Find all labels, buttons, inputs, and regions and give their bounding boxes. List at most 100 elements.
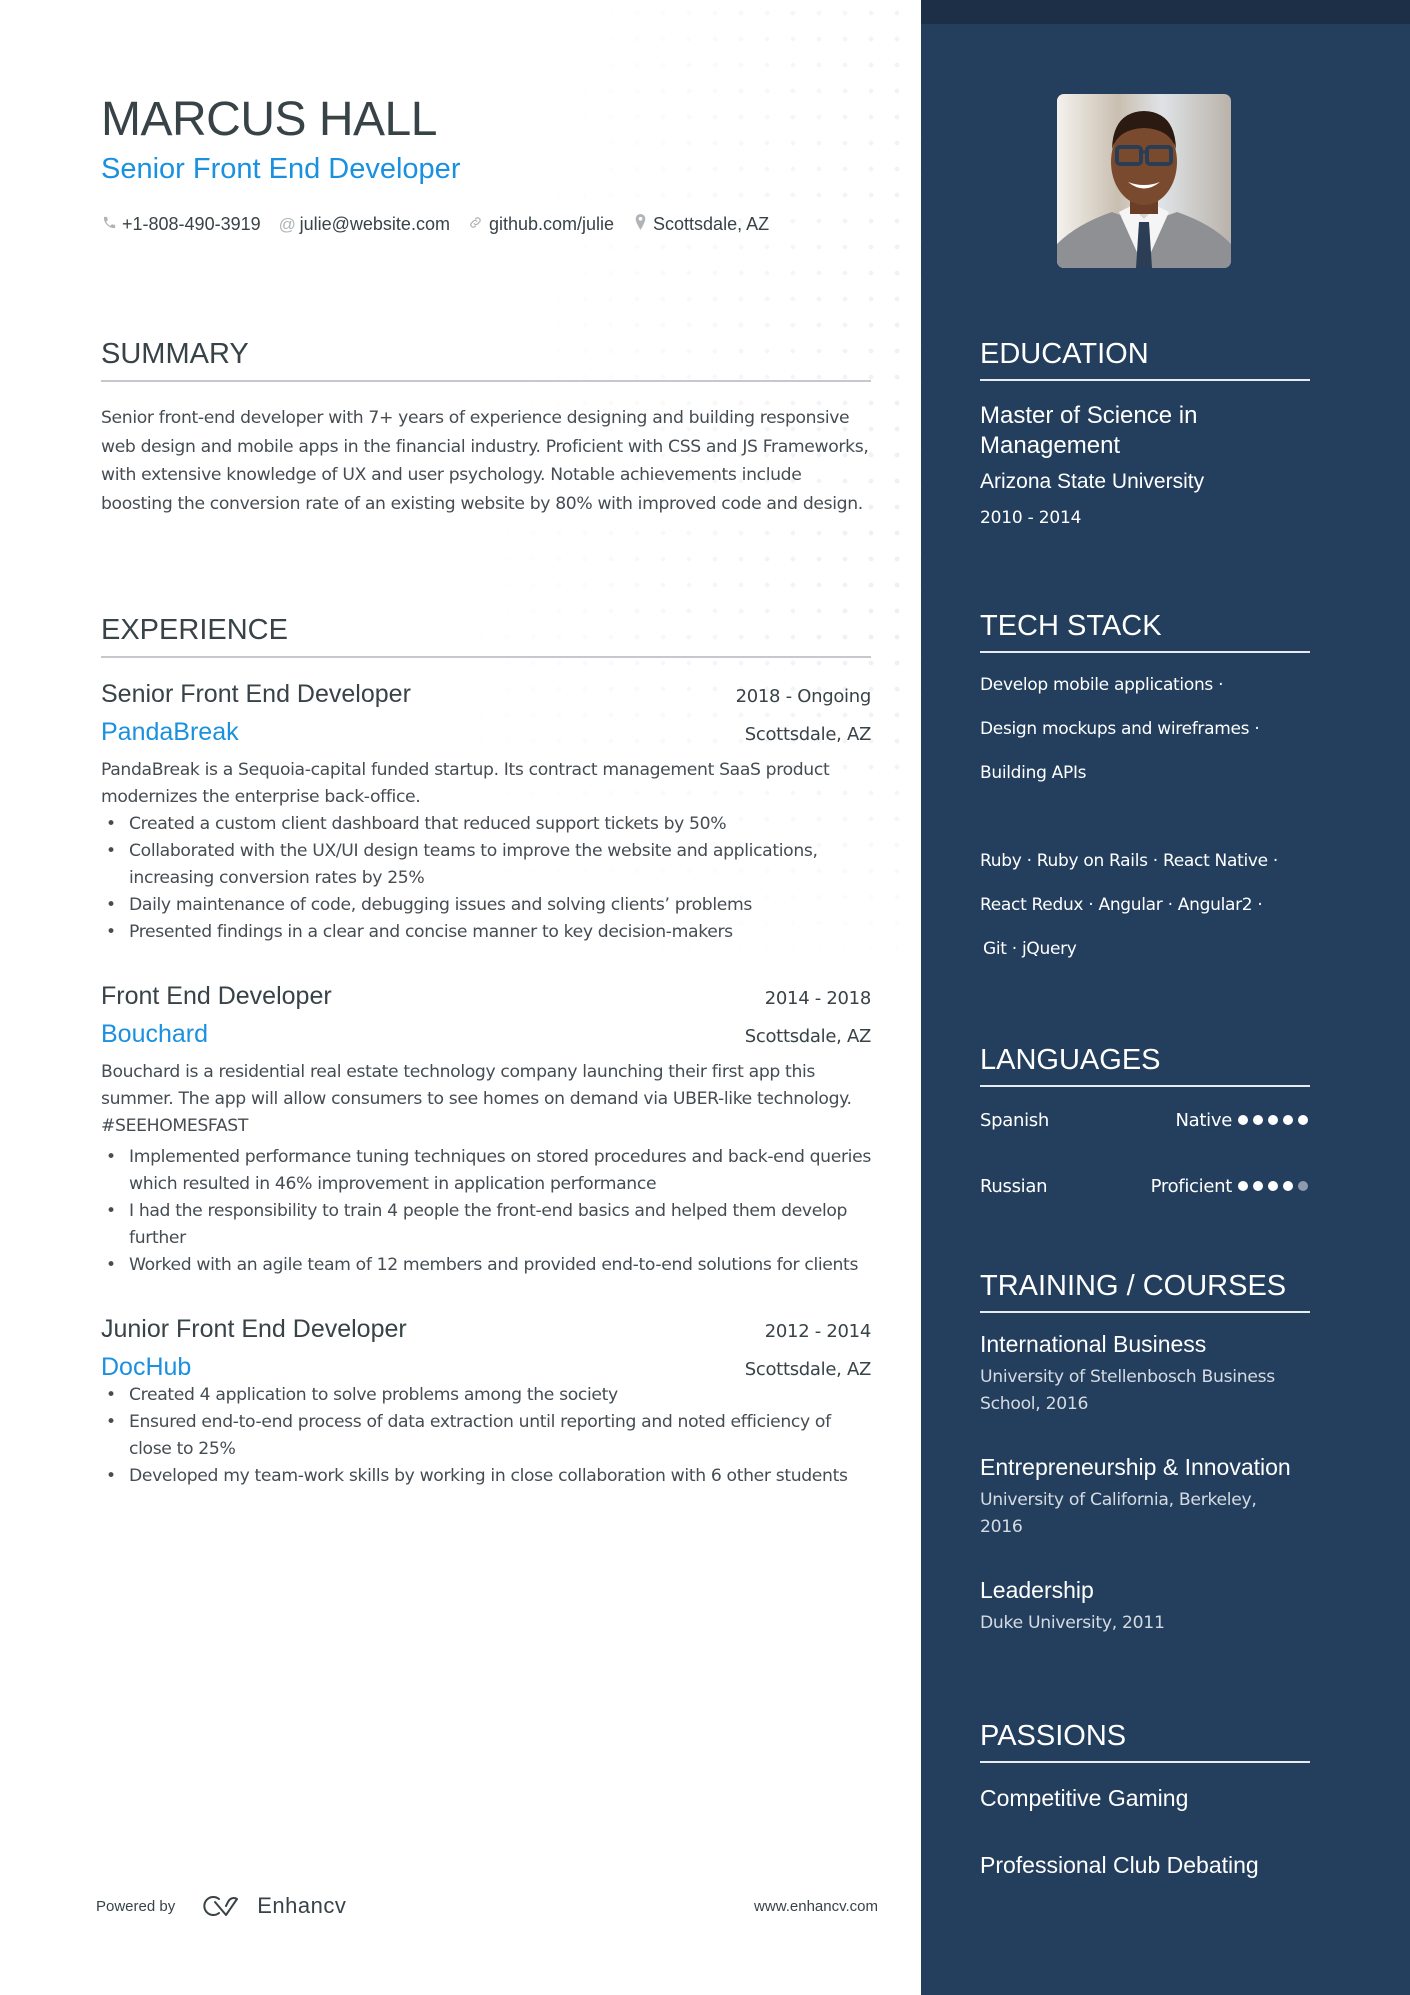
contact-location: Scottsdale, AZ bbox=[632, 214, 769, 235]
course-institution: Duke University, 2011 bbox=[980, 1613, 1165, 1633]
profile-photo bbox=[1057, 94, 1231, 268]
course-title: Leadership bbox=[980, 1577, 1094, 1603]
bullet-item: Collaborated with the UX/UI design teams… bbox=[101, 838, 871, 892]
course-institution: University of California, Berkeley, 2016 bbox=[980, 1490, 1257, 1537]
rating-dot-filled bbox=[1268, 1181, 1278, 1191]
job-bullets: Created 4 application to solve problems … bbox=[101, 1382, 871, 1490]
job-description: PandaBreak is a Sequoia-capital funded s… bbox=[101, 760, 830, 807]
job-entry: Front End Developer 2014 - 2018 Bouchard… bbox=[101, 982, 871, 1279]
tech-item-line: Design mockups and wireframes · bbox=[980, 719, 1260, 739]
section-title: EXPERIENCE bbox=[101, 614, 871, 658]
company-name[interactable]: Bouchard bbox=[101, 1020, 208, 1049]
tech-item-line: Develop mobile applications · bbox=[980, 675, 1224, 695]
course-item: Entrepreneurship & Innovation University… bbox=[980, 1454, 1310, 1541]
job-location: Scottsdale, AZ bbox=[744, 724, 872, 745]
website-link[interactable]: www.enhancv.com bbox=[754, 1898, 878, 1915]
summary-section: SUMMARY Senior front-end developer with … bbox=[101, 338, 871, 518]
job-title: Junior Front End Developer bbox=[101, 1315, 407, 1343]
rating-dot-filled bbox=[1283, 1181, 1293, 1191]
job-bullets: Implemented performance tuning technique… bbox=[101, 1144, 871, 1279]
enhancv-logo-icon bbox=[203, 1896, 239, 1916]
language-rating bbox=[1238, 1115, 1308, 1125]
brand-name: Enhancv bbox=[257, 1893, 347, 1918]
passion-item: Competitive Gaming bbox=[980, 1785, 1189, 1811]
candidate-headline: Senior Front End Developer bbox=[101, 153, 461, 185]
section-title: EDUCATION bbox=[980, 338, 1310, 381]
tech-stack-section: TECH STACK Develop mobile applications ·… bbox=[980, 610, 1310, 971]
phone-icon bbox=[101, 215, 117, 235]
language-name: Russian bbox=[980, 1175, 1048, 1197]
bullet-item: Created 4 application to solve problems … bbox=[101, 1382, 871, 1409]
company-name[interactable]: PandaBreak bbox=[101, 718, 239, 747]
powered-by-label: Powered by bbox=[96, 1897, 176, 1915]
contact-text: Scottsdale, AZ bbox=[653, 214, 770, 234]
contact-text: +1-808-490-3919 bbox=[122, 214, 261, 234]
bullet-item: Daily maintenance of code, debugging iss… bbox=[101, 892, 871, 919]
contact-text: julie@website.com bbox=[299, 214, 450, 234]
job-dates: 2018 - Ongoing bbox=[735, 686, 872, 707]
contact-email[interactable]: @ julie@website.com bbox=[279, 214, 450, 235]
course-item: International Business University of Ste… bbox=[980, 1331, 1310, 1418]
rating-dot-filled bbox=[1238, 1181, 1248, 1191]
rating-dot-filled bbox=[1253, 1115, 1263, 1125]
bullet-item: Implemented performance tuning technique… bbox=[101, 1144, 871, 1198]
rating-dot-empty bbox=[1298, 1181, 1308, 1191]
bullet-item: Created a custom client dashboard that r… bbox=[101, 811, 871, 838]
bullet-item: Worked with an agile team of 12 members … bbox=[101, 1252, 871, 1279]
contact-text: github.com/julie bbox=[488, 214, 615, 234]
course-title: Entrepreneurship & Innovation bbox=[980, 1454, 1291, 1480]
sidebar: EDUCATION Master of Science in Managemen… bbox=[921, 0, 1410, 1995]
job-title: Senior Front End Developer bbox=[101, 680, 411, 708]
job-title: Front End Developer bbox=[101, 982, 332, 1010]
contact-info: +1-808-490-3919 @ julie@website.com gith… bbox=[101, 214, 769, 235]
bullet-item: I had the responsibility to train 4 peop… bbox=[101, 1198, 871, 1252]
contact-phone[interactable]: +1-808-490-3919 bbox=[101, 214, 261, 235]
rating-dot-filled bbox=[1253, 1181, 1263, 1191]
company-name[interactable]: DocHub bbox=[101, 1353, 191, 1382]
tech-item-line: Building APIs bbox=[980, 763, 1087, 783]
footer: Powered by Enhancv www.enhancv.com bbox=[96, 1893, 878, 1919]
tech-item-line: Ruby · Ruby on Rails · React Native · bbox=[980, 851, 1279, 871]
course-item: Leadership Duke University, 2011 bbox=[980, 1577, 1310, 1637]
job-location: Scottsdale, AZ bbox=[744, 1026, 872, 1047]
section-title: TECH STACK bbox=[980, 610, 1310, 653]
candidate-name: MARCUS HALL bbox=[101, 93, 437, 146]
job-location: Scottsdale, AZ bbox=[744, 1359, 872, 1380]
rating-dot-filled bbox=[1298, 1115, 1308, 1125]
section-title: PASSIONS bbox=[980, 1720, 1310, 1763]
education-section: EDUCATION Master of Science in Managemen… bbox=[980, 338, 1310, 528]
rating-dot-filled bbox=[1268, 1115, 1278, 1125]
job-entry: Senior Front End Developer 2018 - Ongoin… bbox=[101, 680, 871, 946]
rating-dot-filled bbox=[1283, 1115, 1293, 1125]
job-dates: 2014 - 2018 bbox=[764, 988, 872, 1009]
tech-item-line: Git · jQuery bbox=[983, 939, 1077, 959]
course-title: International Business bbox=[980, 1331, 1207, 1357]
tech-item-line: React Redux · Angular · Angular2 · bbox=[980, 895, 1263, 915]
job-dates: 2012 - 2014 bbox=[764, 1321, 872, 1342]
job-bullets: Created a custom client dashboard that r… bbox=[101, 811, 871, 946]
experience-section: EXPERIENCE Senior Front End Developer 20… bbox=[101, 614, 871, 1490]
passions-section: PASSIONS Competitive Gaming Professional… bbox=[980, 1720, 1310, 1879]
sidebar-top-strip bbox=[921, 0, 1410, 24]
language-item: Russian Proficient bbox=[980, 1171, 1310, 1201]
enhancv-logo[interactable]: Enhancv bbox=[201, 1893, 346, 1919]
section-title: LANGUAGES bbox=[980, 1044, 1310, 1087]
job-description: Bouchard is a residential real estate te… bbox=[101, 1062, 852, 1136]
language-level: Proficient bbox=[1150, 1175, 1233, 1197]
section-title: TRAINING / COURSES bbox=[980, 1270, 1310, 1313]
bullet-item: Presented findings in a clear and concis… bbox=[101, 919, 871, 946]
rating-dot-filled bbox=[1238, 1115, 1248, 1125]
language-item: Spanish Native bbox=[980, 1105, 1310, 1135]
education-years: 2010 - 2014 bbox=[980, 508, 1082, 528]
school-name: Arizona State University bbox=[980, 470, 1205, 493]
training-section: TRAINING / COURSES International Busines… bbox=[980, 1270, 1310, 1637]
language-name: Spanish bbox=[980, 1109, 1049, 1131]
language-level: Native bbox=[1175, 1109, 1233, 1131]
degree: Master of Science in Management bbox=[980, 402, 1198, 459]
section-title: SUMMARY bbox=[101, 338, 871, 382]
contact-link[interactable]: github.com/julie bbox=[468, 214, 614, 235]
languages-section: LANGUAGES Spanish Native Russian Profici… bbox=[980, 1044, 1310, 1201]
bullet-item: Developed my team-work skills by working… bbox=[101, 1463, 871, 1490]
job-entry: Junior Front End Developer 2012 - 2014 D… bbox=[101, 1315, 871, 1490]
course-institution: University of Stellenbosch Business Scho… bbox=[980, 1367, 1275, 1414]
